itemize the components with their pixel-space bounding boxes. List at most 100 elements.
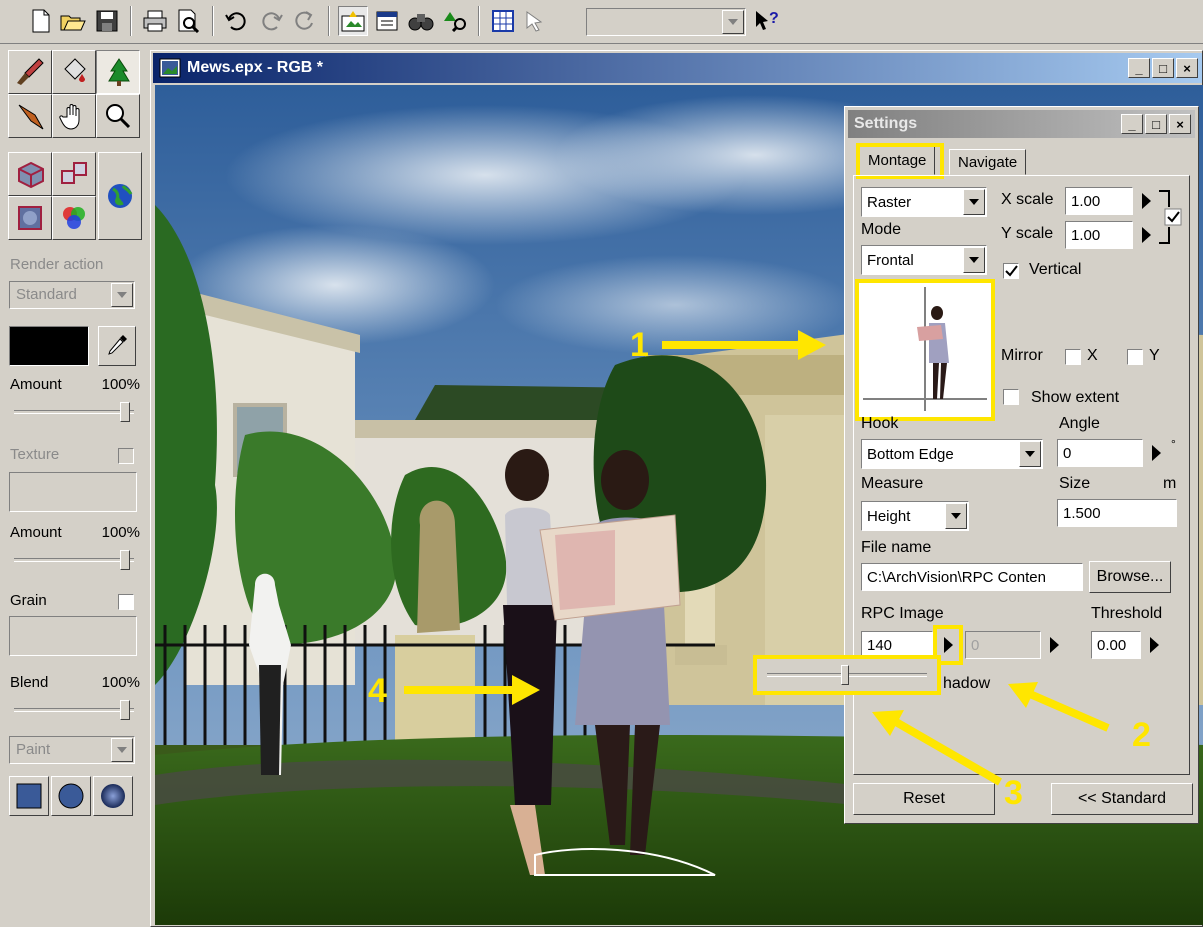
browse-button[interactable]: Browse...: [1089, 561, 1171, 593]
y-scale-label: Y scale: [1001, 225, 1054, 242]
paint-value: Paint: [16, 741, 51, 758]
close-button[interactable]: ×: [1176, 58, 1198, 78]
chevron-down-icon[interactable]: [963, 189, 985, 215]
hand-icon[interactable]: [52, 94, 96, 138]
amount-label-2: Amount: [10, 524, 62, 541]
angle-input[interactable]: 0: [1057, 439, 1143, 467]
chevron-down-icon[interactable]: [722, 10, 744, 34]
grid-icon[interactable]: [488, 6, 518, 36]
scale-link-icon[interactable]: [1157, 187, 1183, 247]
annotation-3: 3: [1004, 774, 1023, 812]
new-icon[interactable]: [26, 6, 56, 36]
tool-palette: Render action Standard Amount 100% Textu…: [0, 44, 146, 927]
brush-icon[interactable]: [8, 50, 52, 94]
blend-slider-track[interactable]: [14, 708, 134, 712]
tab-montage[interactable]: Montage: [859, 145, 936, 175]
settings-maximize-button[interactable]: □: [1145, 114, 1167, 134]
document-titlebar[interactable]: Mews.epx - RGB * _ □ ×: [153, 53, 1202, 83]
amount-slider-thumb-2[interactable]: [120, 550, 130, 570]
chevron-down-icon[interactable]: [111, 738, 133, 762]
pointer-icon[interactable]: [520, 6, 550, 36]
color-swatch[interactable]: [9, 326, 89, 366]
annotation-2: 2: [1132, 716, 1151, 754]
settings-close-button[interactable]: ×: [1169, 114, 1191, 134]
grain-checkbox[interactable]: [118, 594, 134, 610]
soft-circle-shape-icon[interactable]: [93, 776, 133, 816]
rpc-slider-thumb[interactable]: [841, 665, 849, 685]
angle-label: Angle: [1059, 415, 1100, 432]
repeat-icon[interactable]: [290, 6, 320, 36]
show-extent-checkbox[interactable]: [1003, 389, 1019, 405]
color-wheel-icon[interactable]: [52, 196, 96, 240]
sphere-box-icon[interactable]: [8, 196, 52, 240]
type-combo[interactable]: Raster: [861, 187, 987, 217]
file-name-input[interactable]: C:\ArchVision\RPC Conten: [861, 563, 1083, 591]
amount-slider-track[interactable]: [14, 410, 134, 414]
chevron-down-icon[interactable]: [945, 503, 967, 529]
rpc-image-slider[interactable]: [753, 655, 941, 695]
minimize-button[interactable]: _: [1128, 58, 1150, 78]
standard-button[interactable]: << Standard: [1051, 783, 1193, 815]
reset-button[interactable]: Reset: [853, 783, 995, 815]
render-action-value: Standard: [16, 286, 77, 303]
tree-search-icon[interactable]: [440, 6, 470, 36]
grain-preview[interactable]: [9, 616, 137, 656]
texture-preview[interactable]: [9, 472, 137, 512]
angle-arrow-icon[interactable]: [1145, 439, 1167, 467]
rpc-image-input-2[interactable]: 0: [965, 631, 1041, 659]
cubes-icon[interactable]: [52, 152, 96, 196]
x-scale-input[interactable]: 1.00: [1065, 187, 1133, 215]
mirror-x-checkbox[interactable]: [1065, 349, 1081, 365]
calendar-icon[interactable]: [372, 6, 402, 36]
paint-combo[interactable]: Paint: [9, 736, 135, 764]
maximize-button[interactable]: □: [1152, 58, 1174, 78]
globe-icon[interactable]: [98, 152, 142, 240]
grain-label: Grain: [10, 592, 47, 609]
print-icon[interactable]: [140, 6, 170, 36]
toolbar-combo[interactable]: [586, 8, 746, 36]
render-action-combo[interactable]: Standard: [9, 281, 135, 309]
amount-value: 100%: [101, 376, 140, 393]
amount-slider-thumb[interactable]: [120, 402, 130, 422]
hook-combo[interactable]: Bottom Edge: [861, 439, 1043, 469]
open-icon[interactable]: [58, 6, 88, 36]
paint-bucket-icon[interactable]: [52, 50, 96, 94]
chevron-down-icon[interactable]: [963, 247, 985, 273]
help-pointer-icon[interactable]: ?: [752, 6, 782, 36]
settings-minimize-button[interactable]: _: [1121, 114, 1143, 134]
eyedropper-icon[interactable]: [98, 326, 136, 366]
circle-shape-icon[interactable]: [51, 776, 91, 816]
rpc-preview[interactable]: [859, 283, 991, 417]
mirror-y-checkbox[interactable]: [1127, 349, 1143, 365]
rpc-image-label: RPC Image: [861, 605, 944, 622]
measure-combo[interactable]: Height: [861, 501, 969, 531]
threshold-input[interactable]: 0.00: [1091, 631, 1141, 659]
chevron-down-icon[interactable]: [1019, 441, 1041, 467]
blend-slider-thumb[interactable]: [120, 700, 130, 720]
threshold-arrow-icon[interactable]: [1143, 631, 1165, 659]
binoculars-icon[interactable]: [406, 6, 436, 36]
chevron-down-icon[interactable]: [111, 283, 133, 307]
size-input[interactable]: 1.500: [1057, 499, 1177, 527]
smudge-icon[interactable]: [8, 94, 52, 138]
vertical-checkbox[interactable]: [1003, 263, 1019, 279]
print-preview-icon[interactable]: [174, 6, 204, 36]
mode-combo[interactable]: Frontal: [861, 245, 987, 275]
y-scale-input[interactable]: 1.00: [1065, 221, 1133, 249]
rpc-image-arrow-icon-2[interactable]: [1043, 631, 1065, 659]
redo-icon[interactable]: [256, 6, 286, 36]
amount-slider-track-2[interactable]: [14, 558, 134, 562]
y-scale-arrow-icon[interactable]: [1135, 221, 1157, 249]
cube-icon[interactable]: [8, 152, 52, 196]
settings-titlebar[interactable]: Settings _ □ ×: [848, 110, 1195, 138]
tab-navigate[interactable]: Navigate: [949, 149, 1027, 175]
zoom-icon[interactable]: [96, 94, 140, 138]
square-shape-icon[interactable]: [9, 776, 49, 816]
x-scale-arrow-icon[interactable]: [1135, 187, 1157, 215]
save-icon[interactable]: [92, 6, 122, 36]
blend-label: Blend: [10, 674, 49, 691]
montage-icon[interactable]: [338, 6, 368, 36]
texture-checkbox[interactable]: [118, 448, 134, 464]
undo-icon[interactable]: [222, 6, 252, 36]
tree-tool-icon[interactable]: [96, 50, 140, 94]
